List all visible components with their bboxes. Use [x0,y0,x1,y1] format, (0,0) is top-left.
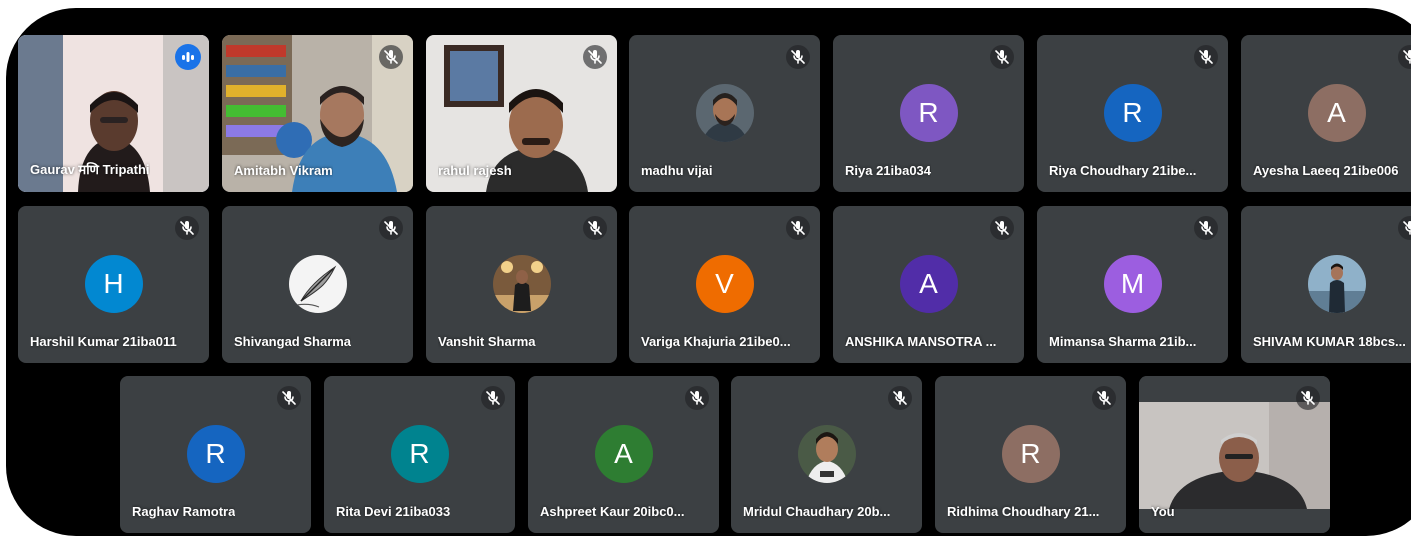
avatar-photo [797,425,856,483]
participant-grid: Gaurav मणि Tripathi Amitabh Vikram rahul r… [6,8,1411,536]
avatar-initial: V [695,255,754,313]
mic-off-icon [786,216,810,240]
participant-tile[interactable]: M Mimansa Sharma 21ib... [1037,206,1228,363]
participant-name: Shivangad Sharma [234,334,352,349]
avatar-initial: R [1001,425,1060,483]
participant-name: Ayesha Laeeq 21ibe006 [1253,163,1399,178]
mic-off-icon [175,216,199,240]
participant-name: Rita Devi 21iba033 [336,504,451,519]
mic-off-icon [1092,386,1116,410]
participant-tile[interactable]: Gaurav मणि Tripathi [18,35,209,192]
avatar-initial: R [899,84,958,142]
mic-off-icon [990,216,1014,240]
mic-off-icon [1398,45,1411,69]
participant-tile[interactable]: SHIVAM KUMAR 18bcs... [1241,206,1411,363]
participant-name: Ashpreet Kaur 20ibc0... [540,504,685,519]
avatar-photo [492,255,551,313]
avatar-photo [288,255,347,313]
participant-tile[interactable]: V Variga Khajuria 21ibe0... [629,206,820,363]
avatar-initial: A [1307,84,1366,142]
avatar-initial: R [1103,84,1162,142]
avatar-initial: A [899,255,958,313]
participant-tile[interactable]: rahul rajesh [426,35,617,192]
avatar-initial: H [84,255,143,313]
avatar-initial: R [186,425,245,483]
avatar-photo [695,84,754,142]
participant-tile[interactable]: H Harshil Kumar 21iba011 [18,206,209,363]
meeting-window: Gaurav मणि Tripathi Amitabh Vikram rahul r… [6,8,1411,536]
mic-off-icon [990,45,1014,69]
participant-name: Riya 21iba034 [845,163,932,178]
participant-name: Mridul Chaudhary 20b... [743,504,891,519]
participant-name: ANSHIKA MANSOTRA ... [845,334,997,349]
participant-tile[interactable]: A Ayesha Laeeq 21ibe006 [1241,35,1411,192]
participant-tile[interactable]: R Riya Choudhary 21ibe... [1037,35,1228,192]
participant-name: Variga Khajuria 21ibe0... [641,334,791,349]
participant-tile[interactable]: Mridul Chaudhary 20b... [731,376,922,533]
participant-tile[interactable]: Shivangad Sharma [222,206,413,363]
participant-tile[interactable]: Vanshit Sharma [426,206,617,363]
participant-tile[interactable]: You [1139,376,1330,533]
avatar-initial: M [1103,255,1162,313]
avatar-initial: A [594,425,653,483]
participant-tile[interactable]: A Ashpreet Kaur 20ibc0... [528,376,719,533]
participant-name: Gaurav मणि Tripathi [30,162,150,177]
speaking-indicator-icon [175,44,201,70]
participant-name: Raghav Ramotra [132,504,236,519]
participant-tile[interactable]: Amitabh Vikram [222,35,413,192]
participant-tile[interactable]: R Riya 21iba034 [833,35,1024,192]
participant-tile[interactable]: madhu vijai [629,35,820,192]
participant-name: Vanshit Sharma [438,334,536,349]
mic-off-icon [1194,45,1218,69]
avatar-initial: R [390,425,449,483]
participant-name: Mimansa Sharma 21ib... [1049,334,1197,349]
avatar-photo [1307,255,1366,313]
participant-tile[interactable]: R Ridhima Choudhary 21... [935,376,1126,533]
mic-off-icon [277,386,301,410]
participant-name: rahul rajesh [438,163,512,178]
participant-name: madhu vijai [641,163,713,178]
participant-name: Ridhima Choudhary 21... [947,504,1100,519]
mic-off-icon [1398,216,1411,240]
mic-off-icon [685,386,709,410]
mic-off-icon [1194,216,1218,240]
mic-off-icon [583,216,607,240]
participant-tile[interactable]: R Rita Devi 21iba033 [324,376,515,533]
mic-off-icon [583,45,607,69]
mic-off-icon [888,386,912,410]
participant-name: Amitabh Vikram [234,163,333,178]
mic-off-icon [786,45,810,69]
mic-off-icon [481,386,505,410]
participant-name: Riya Choudhary 21ibe... [1049,163,1197,178]
participant-name: Harshil Kumar 21iba011 [30,334,177,349]
mic-off-icon [1296,386,1320,410]
participant-name: You [1151,504,1175,519]
participant-name: SHIVAM KUMAR 18bcs... [1253,334,1406,349]
mic-off-icon [379,216,403,240]
mic-off-icon [379,45,403,69]
participant-tile[interactable]: A ANSHIKA MANSOTRA ... [833,206,1024,363]
participant-tile[interactable]: R Raghav Ramotra [120,376,311,533]
